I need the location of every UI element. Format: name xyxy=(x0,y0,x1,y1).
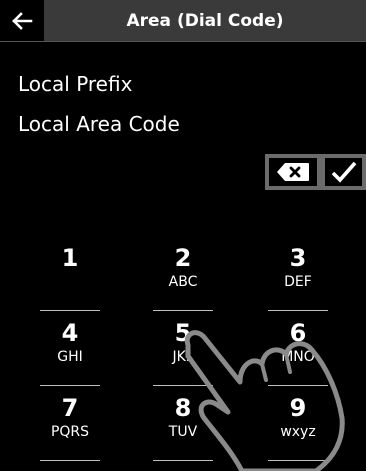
key-5[interactable]: 5 JKL xyxy=(133,320,233,367)
divider xyxy=(153,385,213,386)
key-digit: 9 xyxy=(289,394,307,422)
key-digit: 7 xyxy=(61,394,79,422)
key-digit: 4 xyxy=(61,319,79,347)
key-6[interactable]: 6 MNO xyxy=(248,320,348,367)
key-letters: MNO xyxy=(281,349,315,365)
key-7[interactable]: 7 PQRS xyxy=(20,395,120,442)
local-area-code-field[interactable]: Local Area Code xyxy=(18,112,180,136)
divider xyxy=(268,460,328,461)
key-8[interactable]: 8 TUV xyxy=(133,395,233,442)
key-digit: 3 xyxy=(289,244,307,272)
divider xyxy=(268,385,328,386)
key-letters: ABC xyxy=(168,274,198,290)
key-1[interactable]: 1 xyxy=(20,245,120,272)
divider xyxy=(40,310,100,311)
arrow-left-icon xyxy=(12,11,33,30)
key-digit: 6 xyxy=(289,319,307,347)
local-prefix-field[interactable]: Local Prefix xyxy=(18,72,132,96)
title-bar: Area (Dial Code) xyxy=(0,0,366,42)
divider xyxy=(153,460,213,461)
key-9[interactable]: 9 wxyz xyxy=(248,395,348,442)
key-letters: PQRS xyxy=(50,424,90,440)
key-letters: GHI xyxy=(57,349,83,365)
key-4[interactable]: 4 GHI xyxy=(20,320,120,367)
key-digit: 5 xyxy=(174,319,192,347)
key-digit: 2 xyxy=(174,244,192,272)
key-letters: DEF xyxy=(284,274,312,290)
key-2[interactable]: 2 ABC xyxy=(133,245,233,292)
key-digit: 8 xyxy=(174,394,192,422)
key-letters: wxyz xyxy=(280,424,316,440)
key-letters: JKL xyxy=(172,349,194,365)
confirm-button[interactable] xyxy=(321,154,366,190)
backspace-icon xyxy=(277,163,309,181)
key-3[interactable]: 3 DEF xyxy=(248,245,348,292)
delete-button[interactable] xyxy=(265,154,321,190)
divider xyxy=(40,385,100,386)
divider xyxy=(40,460,100,461)
page-title: Area (Dial Code) xyxy=(126,10,284,31)
back-button[interactable] xyxy=(0,0,44,41)
divider xyxy=(153,310,213,311)
key-letters: TUV xyxy=(168,424,198,440)
key-digit: 1 xyxy=(61,244,79,272)
divider xyxy=(268,310,328,311)
checkmark-icon xyxy=(331,161,356,183)
